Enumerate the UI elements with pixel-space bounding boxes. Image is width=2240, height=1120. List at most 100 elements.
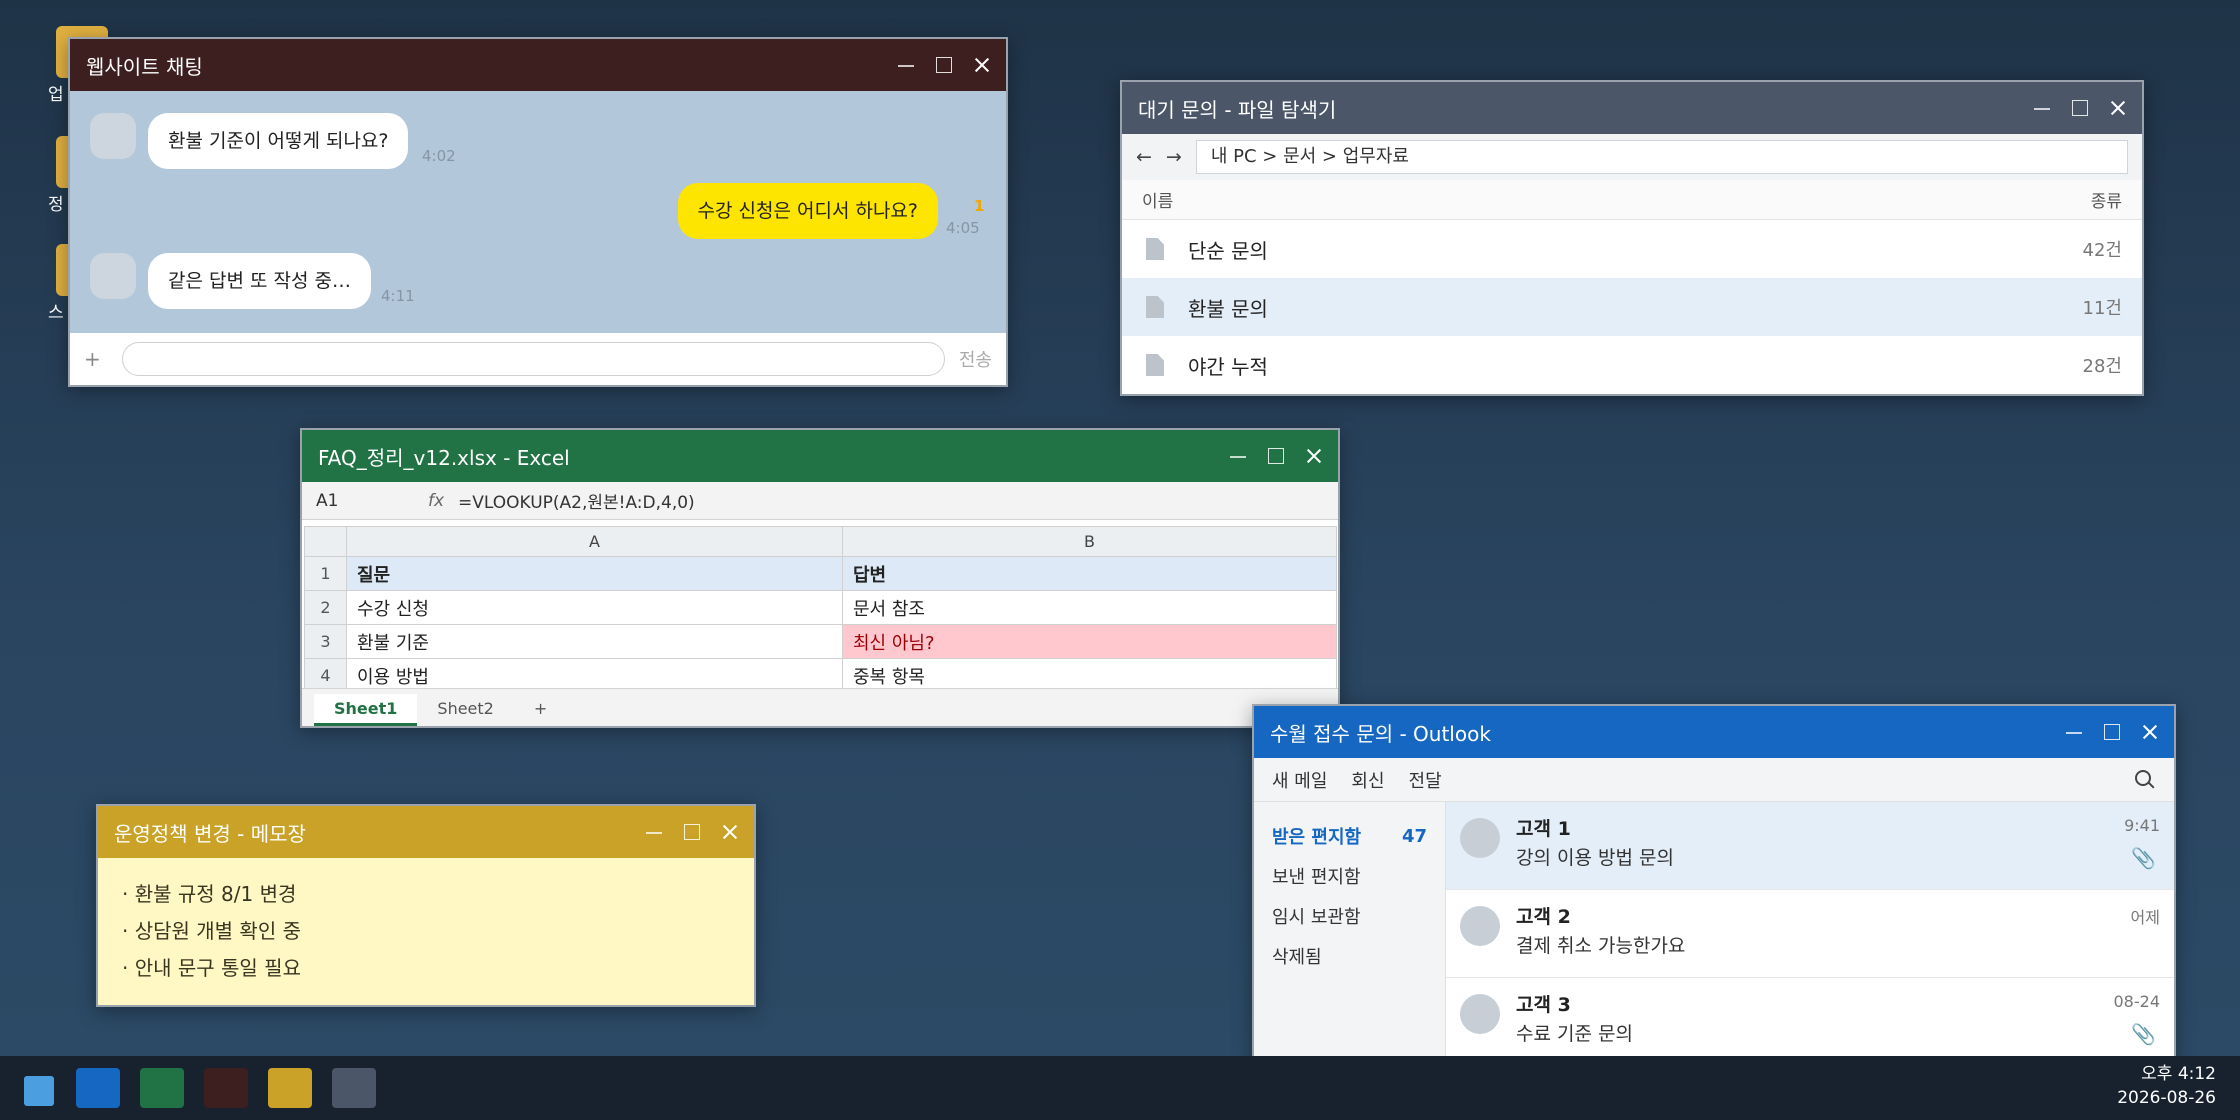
maximize-button[interactable] [936,57,952,73]
reply-button[interactable]: 회신 [1351,767,1384,793]
folder-pane: 받은 편지함 47 보낸 편지함 임시 보관함 삭제됨 [1254,802,1446,1066]
memo-line: · 환불 규정 8/1 변경 [122,882,297,906]
mail-item[interactable]: 고객 2 결제 취소 가능한가요 어제 [1446,890,2174,978]
column-header: 이름 종류 [1122,180,2142,220]
new-mail-button[interactable]: 새 메일 [1272,767,1327,793]
taskbar-app-chat[interactable] [204,1068,248,1108]
explorer-titlebar[interactable]: 대기 문의 - 파일 탐색기 [1122,82,2142,134]
minimize-button[interactable] [1230,448,1246,464]
maximize-button[interactable] [2072,100,2088,116]
sheet-tab-1[interactable]: Sheet1 [314,694,418,726]
formula-input[interactable]: =VLOOKUP(A2,원본!A:D,4,0) [458,488,695,513]
minimize-button[interactable] [646,824,662,840]
maximize-button[interactable] [684,824,700,840]
corner-cell[interactable] [304,526,347,557]
column-header-b[interactable]: B [842,526,1337,557]
file-count: 11건 [2082,298,2122,319]
cell[interactable]: 문서 참조 [842,590,1337,625]
window-title: 운영정책 변경 - 메모장 [114,821,306,846]
clock-date: 2026-08-26 [2117,1088,2216,1108]
close-button[interactable] [974,57,990,73]
forward-button[interactable]: 전달 [1409,767,1442,793]
taskbar-app-outlook[interactable] [76,1068,120,1108]
spreadsheet-grid: A B 1 질문 답변 2 수강 신청 문서 참조 3 환불 기준 최신 아님?… [304,526,1337,693]
avatar [1460,994,1500,1034]
cell[interactable]: 수강 신청 [346,590,843,625]
maximize-button[interactable] [2104,724,2120,740]
folder-drafts[interactable]: 임시 보관함 [1254,896,1445,936]
avatar [1460,818,1500,858]
close-button[interactable] [1306,448,1322,464]
forward-arrow-icon[interactable]: → [1166,146,1182,168]
address-bar[interactable]: 내 PC > 문서 > 업무자료 [1195,140,2128,174]
column-type[interactable]: 종류 [2091,187,2122,212]
chat-window: 웹사이트 채팅 환불 기준이 어떻게 되나요? 4:02 1 4:05 수강 신… [68,37,1008,387]
minimize-button[interactable] [2066,724,2082,740]
sheet-tabs: Sheet1 Sheet2 + [302,688,1338,726]
folder-sent[interactable]: 보낸 편지함 [1254,856,1445,896]
message-time: 4:02 [422,147,456,165]
maximize-button[interactable] [1268,448,1284,464]
back-arrow-icon[interactable]: ← [1136,146,1152,168]
unread-count: 1 [974,197,985,215]
avatar [1460,906,1500,946]
minimize-button[interactable] [898,57,914,73]
folder-label: 임시 보관함 [1272,907,1361,928]
column-name[interactable]: 이름 [1142,187,1173,212]
mail-subject: 결제 취소 가능한가요 [1516,935,1686,957]
sheet-tab-2[interactable]: Sheet2 [417,694,513,726]
close-button[interactable] [2110,100,2126,116]
address-bar-row: ← → 내 PC > 문서 > 업무자료 [1122,134,2142,180]
send-button[interactable]: 전송 [959,346,992,372]
file-row[interactable]: 단순 문의 42건 [1122,220,2142,278]
outlook-titlebar[interactable]: 수월 접수 문의 - Outlook [1254,706,2174,758]
column-header-a[interactable]: A [346,526,843,557]
message-bubble: 환불 기준이 어떻게 되나요? [148,113,409,169]
taskbar-app-excel[interactable] [140,1068,184,1108]
file-row[interactable]: 환불 문의 11건 [1122,278,2142,336]
cell[interactable]: 환불 기준 [346,624,843,659]
cell[interactable]: 답변 [842,556,1337,591]
file-name: 단순 문의 [1188,238,1268,263]
search-icon[interactable] [2134,769,2156,791]
chat-input-bar: + 전송 [70,333,1006,385]
row-number[interactable]: 1 [304,556,347,591]
taskbar-app-explorer[interactable] [332,1068,376,1108]
row-number[interactable]: 2 [304,590,347,625]
file-icon [1146,296,1164,318]
memo-line: · 상담원 개별 확인 중 [122,919,301,943]
cell[interactable]: 질문 [346,556,843,591]
folder-deleted[interactable]: 삭제됨 [1254,936,1445,976]
message-bubble: 같은 답변 또 작성 중… [148,253,371,309]
add-sheet-button[interactable]: + [514,694,567,726]
file-icon [1146,354,1164,376]
chat-titlebar[interactable]: 웹사이트 채팅 [70,39,1006,91]
mail-item[interactable]: 고객 1 강의 이용 방법 문의 9:41 📎 [1446,802,2174,890]
taskbar-app-memo[interactable] [268,1068,312,1108]
mail-sender: 고객 1 [1516,818,1571,840]
memo-text-area[interactable]: · 환불 규정 8/1 변경 · 상담원 개별 확인 중 · 안내 문구 통일 … [98,858,754,1005]
memo-titlebar[interactable]: 운영정책 변경 - 메모장 [98,806,754,858]
start-button[interactable] [24,1076,54,1106]
avatar [90,253,136,299]
cell-highlighted[interactable]: 최신 아님? [842,624,1337,659]
formula-bar: A1 fx =VLOOKUP(A2,원본!A:D,4,0) [302,482,1338,520]
message-time: 4:05 [946,219,980,237]
file-row[interactable]: 야간 누적 28건 [1122,336,2142,394]
folder-inbox[interactable]: 받은 편지함 47 [1254,816,1445,856]
file-name: 환불 문의 [1188,296,1268,321]
mail-toolbar: 새 메일 회신 전달 [1254,758,2174,802]
mail-item[interactable]: 고객 3 수료 기준 문의 08-24 📎 [1446,978,2174,1066]
excel-titlebar[interactable]: FAQ_정리_v12.xlsx - Excel [302,430,1338,482]
close-button[interactable] [722,824,738,840]
name-box[interactable]: A1 [302,491,428,511]
minimize-button[interactable] [2034,100,2050,116]
system-clock[interactable]: 오후 4:12 2026-08-26 [2117,1062,2216,1110]
message-time: 4:11 [381,287,415,305]
row-number[interactable]: 3 [304,624,347,659]
window-title: FAQ_정리_v12.xlsx - Excel [318,445,570,470]
attach-plus-button[interactable]: + [84,347,108,371]
message-input[interactable] [122,342,945,376]
close-button[interactable] [2142,724,2158,740]
message-list: 고객 1 강의 이용 방법 문의 9:41 📎 고객 2 결제 취소 가능한가요… [1446,802,2174,1066]
